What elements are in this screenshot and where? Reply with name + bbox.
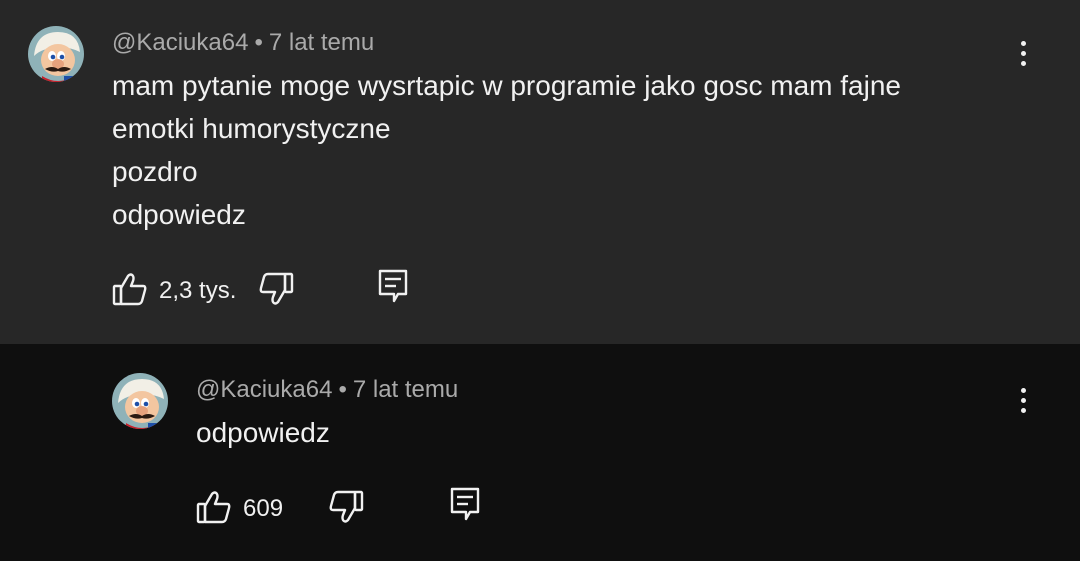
separator-dot: •: [254, 29, 263, 56]
comment-text: mam pytanie moge wysrtapic w programie j…: [112, 64, 901, 236]
thumb-up-icon: [112, 273, 147, 306]
thumb-up-icon: [196, 491, 231, 524]
reply-button[interactable]: [449, 486, 481, 522]
author-name[interactable]: @Kaciuka64: [112, 29, 248, 56]
comment-reply-icon: [378, 269, 408, 303]
avatar[interactable]: [112, 373, 168, 429]
avatar[interactable]: [28, 26, 84, 82]
comment-line: mam pytanie moge wysrtapic w programie j…: [112, 70, 901, 101]
comment-line: odpowiedz: [112, 199, 246, 230]
separator-dot: •: [338, 376, 347, 403]
comment-reply-icon: [450, 487, 480, 521]
comment-header: @Kaciuka64 • 7 lat temu: [112, 29, 374, 57]
comment-line: pozdro: [112, 156, 198, 187]
comment-timestamp[interactable]: 7 lat temu: [353, 376, 458, 403]
reply-thread-item: @Kaciuka64 • 7 lat temu odpowiedz 609: [0, 344, 1080, 561]
like-count: 609: [243, 495, 284, 522]
thumb-down-icon: [259, 272, 294, 305]
dislike-button[interactable]: [328, 490, 364, 524]
like-count: 2,3 tys.: [159, 277, 237, 304]
thumb-down-icon: [329, 490, 364, 523]
comment-line: odpowiedz: [196, 417, 330, 448]
dislike-button[interactable]: [258, 272, 294, 306]
more-vertical-icon[interactable]: [1008, 33, 1038, 73]
comment-thread-item: @Kaciuka64 • 7 lat temu mam pytanie moge w…: [0, 0, 1080, 344]
like-button[interactable]: [112, 272, 148, 306]
like-button[interactable]: [196, 490, 232, 524]
reply-button[interactable]: [377, 268, 409, 304]
comment-header: @Kaciuka64 • 7 lat temu: [196, 376, 458, 404]
comment-text: odpowiedz: [196, 411, 330, 454]
more-vertical-icon[interactable]: [1008, 380, 1038, 420]
comment-timestamp[interactable]: 7 lat temu: [269, 29, 374, 56]
comment-line: emotki humorystyczne: [112, 113, 391, 144]
author-name[interactable]: @Kaciuka64: [196, 376, 332, 403]
